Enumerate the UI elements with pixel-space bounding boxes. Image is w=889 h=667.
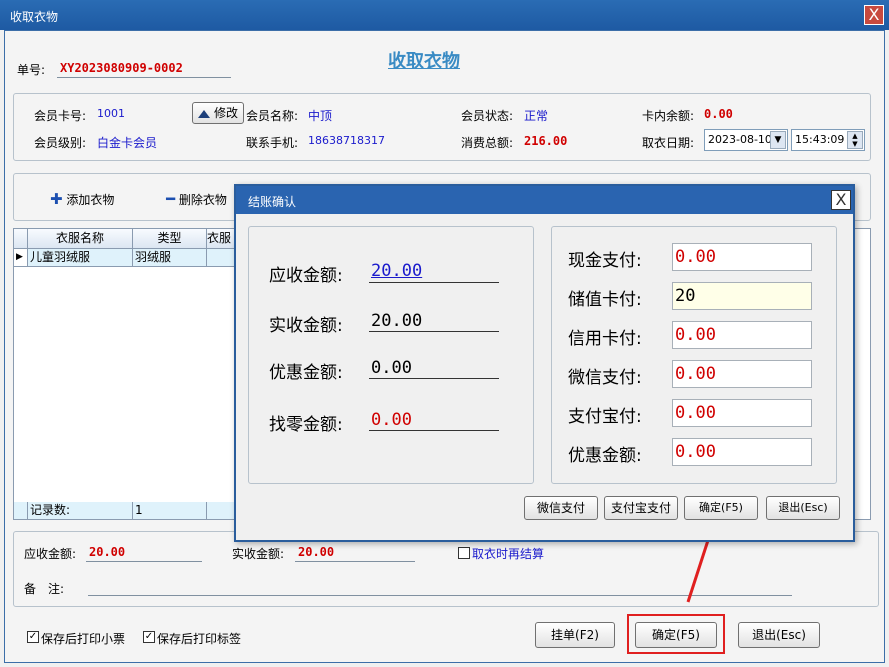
alipay-pay-button[interactable]: 支付宝支付 (604, 496, 678, 520)
cash-input[interactable]: 0.00 (672, 243, 812, 271)
stored-card-input[interactable]: 20 (672, 282, 812, 310)
dialog-receivable-label: 应收金额: (269, 266, 343, 286)
dialog-received-value: 20.00 (371, 311, 423, 331)
dialog-discount-right-input[interactable]: 0.00 (672, 438, 812, 466)
amount-summary-panel: 应收金额: 20.00 实收金额: 20.00 优惠金额: 0.00 找零金额:… (248, 226, 534, 484)
dialog-change-label: 找零金额: (269, 415, 343, 435)
dialog-title: 结账确认 (248, 195, 297, 209)
checkout-dialog: 结账确认 X 应收金额: 20.00 实收金额: 20.00 优惠金额: 0.0… (234, 184, 855, 542)
dialog-close-button[interactable]: X (831, 190, 851, 210)
wechat-pay-button[interactable]: 微信支付 (524, 496, 598, 520)
alipay-label: 支付宝付: (568, 407, 642, 427)
wechat-pay-label: 微信支付: (568, 368, 642, 388)
dialog-received-label: 实收金额: (269, 316, 343, 336)
dialog-receivable-value: 20.00 (371, 261, 423, 281)
credit-card-input[interactable]: 0.00 (672, 321, 812, 349)
dialog-titlebar: 结账确认 X (236, 186, 853, 214)
alipay-input[interactable]: 0.00 (672, 399, 812, 427)
credit-card-label: 信用卡付: (568, 329, 642, 349)
dialog-confirm-button[interactable]: 确定(F5) (684, 496, 758, 520)
dialog-discount-value: 0.00 (371, 358, 412, 378)
stored-card-label: 储值卡付: (568, 290, 642, 310)
dialog-exit-button[interactable]: 退出(Esc) (766, 496, 840, 520)
wechat-pay-input[interactable]: 0.00 (672, 360, 812, 388)
dialog-discount-right-label: 优惠金额: (568, 446, 642, 466)
cash-label: 现金支付: (568, 251, 642, 271)
dialog-discount-label: 优惠金额: (269, 363, 343, 383)
dialog-change-value: 0.00 (371, 410, 412, 430)
